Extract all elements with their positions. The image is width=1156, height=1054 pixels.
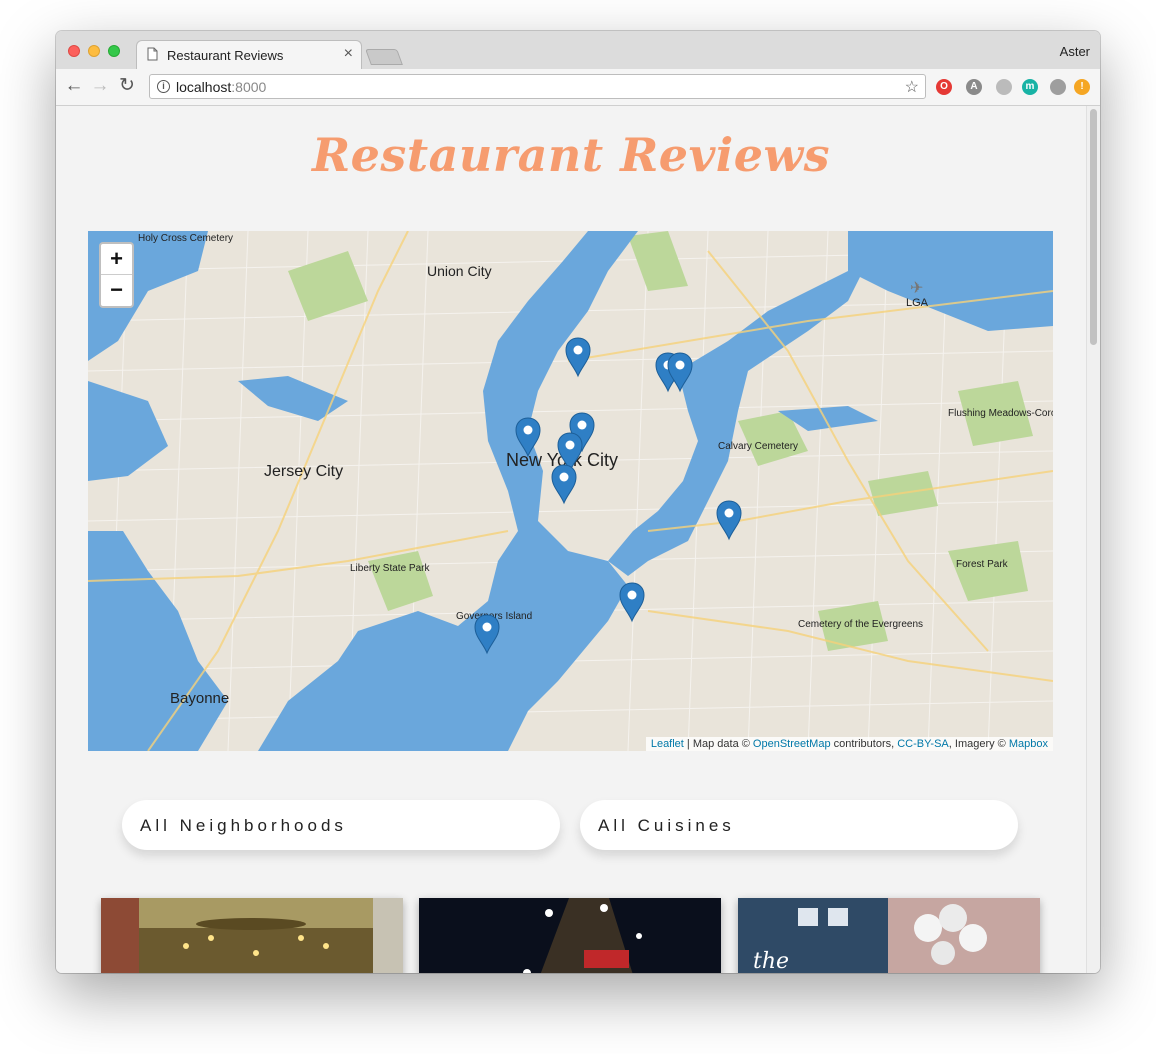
map-label-evergreens: Cemetery of the Evergreens xyxy=(798,619,923,630)
restaurant-card-image[interactable] xyxy=(419,898,721,973)
cuisines-select[interactable]: All Cuisines xyxy=(580,800,1018,850)
restaurant-photo-3: the xyxy=(738,898,1040,973)
map[interactable]: New York City Jersey City Union City Bay… xyxy=(88,231,1053,751)
map-label-calvary: Calvary Cemetery xyxy=(718,441,798,452)
cuisines-select-value: All Cuisines xyxy=(598,816,735,835)
map-label-liberty: Liberty State Park xyxy=(350,563,430,574)
neighborhoods-select-value: All Neighborhoods xyxy=(140,816,347,835)
scrollbar-thumb[interactable] xyxy=(1090,109,1097,345)
restaurant-photo-2 xyxy=(419,898,721,973)
tab-title: Restaurant Reviews xyxy=(167,48,284,63)
map-label-jersey-city: Jersey City xyxy=(264,463,343,480)
page-icon xyxy=(147,47,158,61)
mixmax-icon[interactable]: m xyxy=(1022,79,1038,95)
map-tiles: New York City Jersey City Union City Bay… xyxy=(88,231,1053,751)
minimize-window-button[interactable] xyxy=(88,45,100,57)
map-attribution: Leaflet | Map data © OpenStreetMap contr… xyxy=(645,737,1053,751)
map-label-lga: LGA xyxy=(906,297,929,309)
puzzle-icon[interactable]: A xyxy=(966,79,982,95)
map-label-forest-park: Forest Park xyxy=(956,559,1009,570)
zoom-control: + − xyxy=(99,242,134,308)
close-window-button[interactable] xyxy=(68,45,80,57)
url-text: localhost:8000 xyxy=(176,79,266,95)
zoom-in-button[interactable]: + xyxy=(101,244,132,275)
profile-name[interactable]: Aster xyxy=(1060,44,1090,59)
neighborhoods-select[interactable]: All Neighborhoods xyxy=(122,800,560,850)
url-port: :8000 xyxy=(231,79,267,95)
restaurant-card-image[interactable] xyxy=(101,898,403,973)
shield-icon[interactable] xyxy=(1050,79,1066,95)
browser-tab[interactable]: Restaurant Reviews × xyxy=(136,40,362,70)
leaflet-link[interactable]: Leaflet xyxy=(651,738,684,750)
attribution-text-3: , Imagery © xyxy=(948,738,1009,750)
attribution-text-2: contributors, xyxy=(830,738,898,750)
back-icon[interactable]: ← xyxy=(63,75,85,97)
storefront-sign: the xyxy=(753,949,789,973)
new-tab-button[interactable] xyxy=(365,49,403,65)
opera-icon[interactable]: O xyxy=(936,79,952,95)
map-label-bayonne: Bayonne xyxy=(170,690,229,707)
browser-toolbar: ← → ↻ i localhost:8000 ☆ O Am! xyxy=(56,69,1100,106)
restaurant-photo-1 xyxy=(101,898,403,973)
forward-icon[interactable]: → xyxy=(89,75,111,97)
bookmark-star-icon[interactable]: ☆ xyxy=(905,77,919,97)
map-label-holy-cross: Holy Cross Cemetery xyxy=(138,233,233,244)
attribution-text-1: | Map data © xyxy=(683,738,753,750)
mapbox-link[interactable]: Mapbox xyxy=(1009,738,1048,750)
address-bar[interactable]: i localhost:8000 ☆ xyxy=(149,74,926,99)
license-link[interactable]: CC-BY-SA xyxy=(897,738,949,750)
title-bar: Restaurant Reviews × Aster xyxy=(56,31,1100,70)
maximize-window-button[interactable] xyxy=(108,45,120,57)
airport-icon: ✈ xyxy=(910,280,923,297)
reload-icon[interactable]: ↻ xyxy=(116,75,138,97)
zoom-out-button[interactable]: − xyxy=(101,275,132,305)
map-label-flushing: Flushing Meadows-Corona Park xyxy=(948,408,1053,419)
url-host: localhost xyxy=(176,79,232,95)
info-icon[interactable]: i xyxy=(157,80,170,93)
osm-link[interactable]: OpenStreetMap xyxy=(753,738,831,750)
restaurant-card-image[interactable]: the xyxy=(738,898,1040,973)
page-title: Restaurant Reviews xyxy=(311,128,831,182)
browser-window: Restaurant Reviews × Aster ← → ↻ i local… xyxy=(56,31,1100,973)
alert-icon[interactable]: ! xyxy=(1074,79,1090,95)
page-viewport: Restaurant Reviews New York City Jersey … xyxy=(56,106,1086,973)
close-tab-icon[interactable]: × xyxy=(344,45,353,63)
page-scrollbar[interactable] xyxy=(1086,106,1100,973)
toggle-icon[interactable] xyxy=(996,79,1012,95)
map-label-union-city: Union City xyxy=(427,263,492,279)
